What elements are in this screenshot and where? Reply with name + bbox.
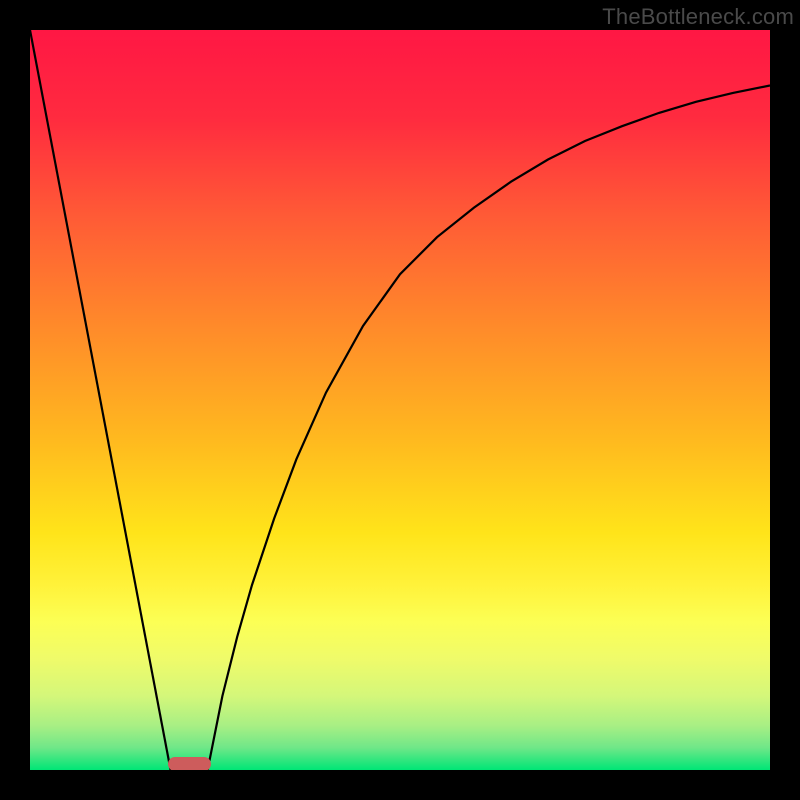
- chart-frame: TheBottleneck.com: [0, 0, 800, 800]
- chart-curves: [30, 30, 770, 770]
- watermark-text: TheBottleneck.com: [602, 4, 794, 30]
- series-left-slope: [30, 30, 171, 770]
- series-right-curve: [208, 86, 770, 771]
- bottleneck-marker: [168, 757, 211, 770]
- plot-area: [30, 30, 770, 770]
